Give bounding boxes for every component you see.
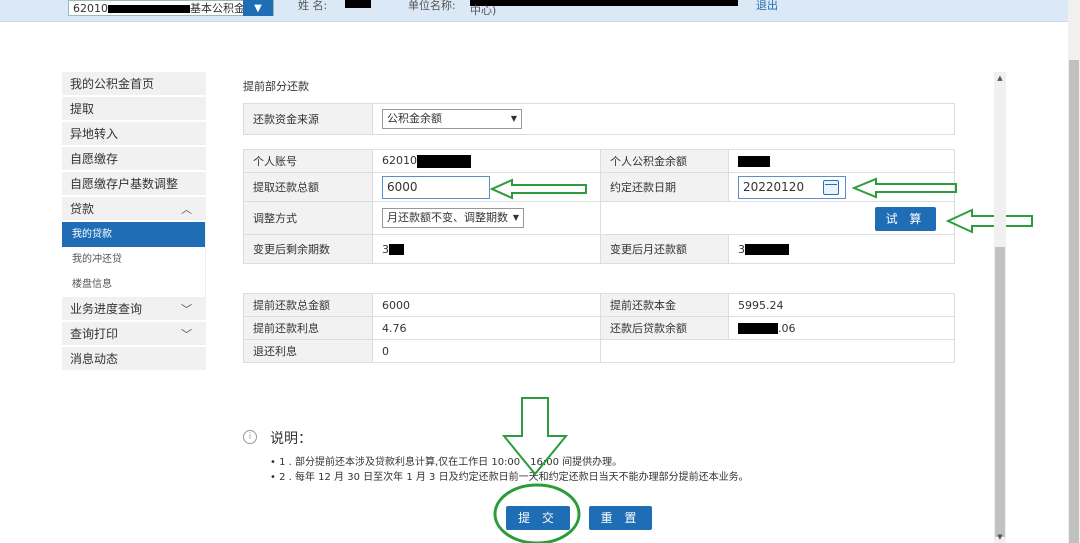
redaction (417, 154, 471, 168)
annotation-arrow-left-icon (490, 178, 587, 200)
remaining-balance-value: .06 (728, 316, 955, 340)
scroll-up-icon[interactable]: ▲ (994, 72, 1006, 84)
reset-button[interactable]: 重 置 (589, 506, 652, 530)
scroll-down-icon[interactable]: ▼ (994, 531, 1006, 543)
page-scrollbar[interactable] (1068, 0, 1080, 543)
redaction (108, 5, 190, 13)
prepay-principal-label: 提前还款本金 (600, 293, 729, 317)
sidebar-item-progress[interactable]: 业务进度查询 ﹀ (62, 297, 206, 322)
result-spacer (600, 339, 955, 363)
chevron-up-icon: ︿ (181, 203, 192, 216)
sidebar-item-messages[interactable]: 消息动态 (62, 347, 206, 372)
sidebar-item-base-adjust[interactable]: 自愿缴存户基数调整 (62, 172, 206, 197)
chevron-down-icon: ﹀ (181, 328, 192, 341)
sidebar-item-print[interactable]: 查询打印 ﹀ (62, 322, 206, 347)
prepay-interest-label: 提前还款利息 (243, 316, 373, 340)
redaction (738, 156, 770, 167)
dropdown-icon: ▼ (510, 114, 517, 123)
source-cell: 公积金余额 ▼ (372, 103, 955, 135)
monthly-value: 3 (728, 234, 955, 264)
inner-scrollbar[interactable]: ▲ ▼ (994, 72, 1006, 543)
sidebar-subitem-property[interactable]: 楼盘信息 (62, 272, 206, 297)
sidebar-item-loan[interactable]: 贷款 ︿ (62, 197, 206, 222)
source-label: 还款资金来源 (243, 103, 373, 135)
account-no-label: 个人账号 (243, 149, 373, 173)
remain-periods-label: 变更后剩余期数 (243, 234, 373, 264)
logout-link[interactable]: 退出 (756, 0, 778, 12)
refund-interest-label: 退还利息 (243, 339, 373, 363)
sidebar: 我的公积金首页 提取 异地转入 自愿缴存 自愿缴存户基数调整 贷款 ︿ 我的贷款 … (62, 72, 206, 372)
annotation-arrow-down-icon (502, 397, 568, 476)
annotation-arrow-left-icon (852, 177, 957, 199)
annotation-arrow-left-icon (946, 208, 1033, 234)
notes-line-1: • 1 . 部分提前还本涉及贷款利息计算,仅在工作日 10:00 - 16:00… (270, 457, 623, 468)
notes-title: 说明： (270, 431, 312, 447)
remain-periods-value: 3 (372, 234, 601, 264)
total-input[interactable]: 6000 (382, 175, 490, 199)
sidebar-item-transfer-in[interactable]: 异地转入 (62, 122, 206, 147)
top-bar: 62010 基本公积金 ▼ 姓 名: 单位名称: 中心) 退出 (0, 0, 1080, 22)
prepay-interest-value: 4.76 (372, 316, 601, 340)
prepay-principal-value: 5995.24 (728, 293, 955, 317)
account-no-value: 62010 (372, 149, 601, 173)
prepay-total-label: 提前还款总金额 (243, 293, 373, 317)
source-table: 还款资金来源 公积金余额 ▼ (243, 103, 955, 135)
redaction (389, 244, 404, 255)
result-table: 提前还款总金额 6000 提前还款本金 5995.24 提前还款利息 4.76 … (243, 293, 955, 363)
redaction (745, 244, 789, 255)
adjust-cell: 月还款额不变、调整期数 ▼ (372, 201, 601, 235)
adjust-select[interactable]: 月还款额不变、调整期数 ▼ (382, 208, 524, 228)
unit-label: 单位名称: (408, 0, 456, 12)
total-label: 提取还款总额 (243, 172, 373, 202)
name-label: 姓 名: (298, 0, 328, 12)
info-icon: i (243, 430, 257, 444)
sidebar-subitem-repay[interactable]: 我的冲还贷 (62, 247, 206, 272)
scroll-thumb[interactable] (995, 247, 1005, 537)
page-scroll-thumb[interactable] (1069, 60, 1079, 543)
annotation-circle-icon (493, 483, 581, 543)
balance-value (728, 149, 955, 173)
section-title: 提前部分还款 (243, 80, 309, 93)
source-select[interactable]: 公积金余额 ▼ (382, 109, 522, 129)
sidebar-subitem-my-loan[interactable]: 我的贷款 (62, 222, 206, 247)
adjust-label: 调整方式 (243, 201, 373, 235)
monthly-label: 变更后月还款额 (600, 234, 729, 264)
sidebar-item-voluntary-deposit[interactable]: 自愿缴存 (62, 147, 206, 172)
chevron-down-icon[interactable]: ▼ (243, 0, 273, 16)
unit-suffix: 中心) (470, 4, 497, 17)
prepay-total-value: 6000 (372, 293, 601, 317)
sidebar-item-home[interactable]: 我的公积金首页 (62, 72, 206, 97)
redaction (470, 0, 738, 6)
date-label: 约定还款日期 (600, 172, 729, 202)
date-input[interactable]: 20220120 (738, 175, 846, 199)
refund-interest-value: 0 (372, 339, 601, 363)
chevron-down-icon: ﹀ (181, 303, 192, 316)
redaction (345, 0, 371, 8)
redaction (738, 323, 778, 334)
trial-calc-button[interactable]: 试 算 (875, 207, 936, 231)
dropdown-icon: ▼ (512, 213, 519, 222)
account-select[interactable]: 62010 基本公积金 ▼ (68, 0, 274, 16)
account-select-text: 62010 基本公积金 (73, 2, 243, 15)
remaining-balance-label: 还款后贷款余额 (600, 316, 729, 340)
sidebar-item-withdraw[interactable]: 提取 (62, 97, 206, 122)
balance-label: 个人公积金余额 (600, 149, 729, 173)
calendar-icon[interactable] (823, 179, 839, 195)
info-table: 个人账号 62010 个人公积金余额 提取还款总额 6000 约定还款日期 20… (243, 149, 955, 264)
